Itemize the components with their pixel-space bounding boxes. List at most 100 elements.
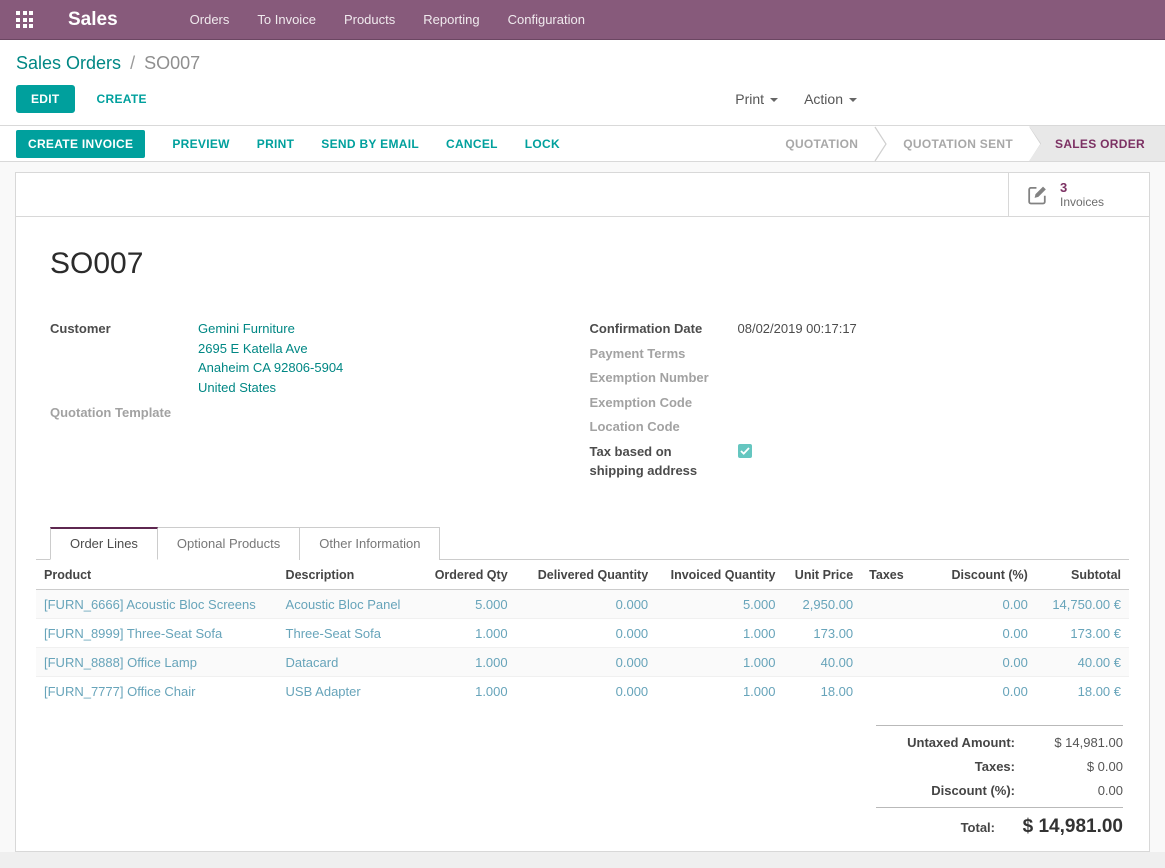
- cell-subtotal: 40.00 €: [1036, 648, 1129, 677]
- menu-products[interactable]: Products: [330, 0, 409, 40]
- cell-taxes: [861, 648, 927, 677]
- cell-invoiced-qty: 1.000: [656, 677, 783, 706]
- col-invoiced-qty: Invoiced Quantity: [656, 560, 783, 590]
- cell-ordered-qty: 1.000: [415, 648, 516, 677]
- print-dropdown[interactable]: Print: [735, 91, 778, 107]
- tax-shipping-label: Tax based on shipping address: [590, 442, 738, 480]
- lock-button[interactable]: LOCK: [525, 137, 560, 151]
- cell-unit-price: 18.00: [784, 677, 862, 706]
- create-button[interactable]: CREATE: [93, 86, 151, 112]
- breadcrumb-current: SO007: [144, 53, 200, 73]
- tab-other-information[interactable]: Other Information: [300, 527, 440, 560]
- form-statusbar: CREATE INVOICE PREVIEW PRINT SEND BY EMA…: [0, 125, 1165, 162]
- exemption-code-label: Exemption Code: [590, 393, 738, 412]
- cell-delivered-qty: 0.000: [516, 590, 657, 619]
- page-footer-strip: [0, 852, 1165, 868]
- field-payment-terms: Payment Terms: [590, 344, 1130, 363]
- taxes-value: $ 0.00: [1015, 759, 1123, 774]
- col-delivered-qty: Delivered Quantity: [516, 560, 657, 590]
- edit-button[interactable]: EDIT: [16, 85, 75, 113]
- quotation-template-label: Quotation Template: [50, 403, 198, 422]
- preview-button[interactable]: PREVIEW: [172, 137, 229, 151]
- menu-to-invoice[interactable]: To Invoice: [243, 0, 330, 40]
- cell-discount: 0.00: [928, 619, 1036, 648]
- cell-discount: 0.00: [928, 590, 1036, 619]
- cell-unit-price: 173.00: [784, 619, 862, 648]
- cell-invoiced-qty: 5.000: [656, 590, 783, 619]
- customer-street-link[interactable]: 2695 E Katella Ave: [198, 339, 343, 359]
- action-dropdown[interactable]: Action: [804, 91, 857, 107]
- location-code-label: Location Code: [590, 417, 738, 436]
- cell-description: Acoustic Bloc Panel: [278, 590, 415, 619]
- col-product: Product: [36, 560, 278, 590]
- tab-optional-products[interactable]: Optional Products: [158, 527, 300, 560]
- customer-city-link[interactable]: Anaheim CA 92806-5904: [198, 358, 343, 378]
- menu-reporting[interactable]: Reporting: [409, 0, 493, 40]
- cell-discount: 0.00: [928, 648, 1036, 677]
- form-view: 3 Invoices SO007 Customer Gemini Furnitu…: [0, 162, 1165, 852]
- cell-invoiced-qty: 1.000: [656, 619, 783, 648]
- field-exemption-code: Exemption Code: [590, 393, 1130, 412]
- col-unit-price: Unit Price: [784, 560, 862, 590]
- cell-subtotal: 173.00 €: [1036, 619, 1129, 648]
- table-row[interactable]: [FURN_8999] Three-Seat Sofa Three-Seat S…: [36, 619, 1129, 648]
- invoices-smart-button[interactable]: 3 Invoices: [1008, 173, 1149, 216]
- customer-name-link[interactable]: Gemini Furniture: [198, 319, 343, 339]
- field-exemption-number: Exemption Number: [590, 368, 1130, 387]
- cell-delivered-qty: 0.000: [516, 648, 657, 677]
- cell-taxes: [861, 619, 927, 648]
- menu-configuration[interactable]: Configuration: [494, 0, 599, 40]
- cell-product: [FURN_8999] Three-Seat Sofa: [36, 619, 278, 648]
- status-pipeline: QUOTATION QUOTATION SENT SALES ORDER: [769, 126, 1165, 161]
- cell-invoiced-qty: 1.000: [656, 648, 783, 677]
- create-invoice-button[interactable]: CREATE INVOICE: [16, 130, 145, 158]
- field-confirmation-date: Confirmation Date 08/02/2019 00:17:17: [590, 319, 1130, 338]
- top-navbar: Sales Orders To Invoice Products Reporti…: [0, 0, 1165, 40]
- cell-description: Datacard: [278, 648, 415, 677]
- exemption-number-label: Exemption Number: [590, 368, 738, 387]
- app-title[interactable]: Sales: [68, 9, 118, 31]
- cell-ordered-qty: 1.000: [415, 677, 516, 706]
- table-row[interactable]: [FURN_7777] Office Chair USB Adapter 1.0…: [36, 677, 1129, 706]
- customer-country-link[interactable]: United States: [198, 378, 343, 398]
- discount-value: 0.00: [1015, 783, 1123, 798]
- customer-label: Customer: [50, 319, 198, 397]
- cell-unit-price: 2,950.00: [784, 590, 862, 619]
- stage-quotation-sent[interactable]: QUOTATION SENT: [887, 126, 1029, 161]
- cell-ordered-qty: 1.000: [415, 619, 516, 648]
- field-location-code: Location Code: [590, 417, 1130, 436]
- cell-taxes: [861, 590, 927, 619]
- confirmation-date-label: Confirmation Date: [590, 319, 738, 338]
- cell-subtotal: 18.00 €: [1036, 677, 1129, 706]
- cell-discount: 0.00: [928, 677, 1036, 706]
- cell-delivered-qty: 0.000: [516, 677, 657, 706]
- col-discount: Discount (%): [928, 560, 1036, 590]
- table-row[interactable]: [FURN_6666] Acoustic Bloc Screens Acoust…: [36, 590, 1129, 619]
- breadcrumb-sales-orders[interactable]: Sales Orders: [16, 53, 121, 73]
- form-sheet: 3 Invoices SO007 Customer Gemini Furnitu…: [15, 172, 1150, 852]
- invoices-count: 3: [1060, 181, 1104, 195]
- stage-quotation[interactable]: QUOTATION: [769, 126, 874, 161]
- total-value: $ 14,981.00: [995, 816, 1123, 838]
- cell-subtotal: 14,750.00 €: [1036, 590, 1129, 619]
- col-taxes: Taxes: [861, 560, 927, 590]
- apps-grid-icon[interactable]: [16, 11, 33, 28]
- cancel-button[interactable]: CANCEL: [446, 137, 498, 151]
- tax-shipping-checkbox[interactable]: [738, 444, 752, 458]
- stage-sales-order[interactable]: SALES ORDER: [1029, 126, 1165, 161]
- tab-order-lines[interactable]: Order Lines: [50, 527, 158, 560]
- cell-ordered-qty: 5.000: [415, 590, 516, 619]
- cell-description: Three-Seat Sofa: [278, 619, 415, 648]
- untaxed-amount-value: $ 14,981.00: [1015, 735, 1123, 750]
- button-box: 3 Invoices: [16, 173, 1149, 217]
- send-by-email-button[interactable]: SEND BY EMAIL: [321, 137, 419, 151]
- total-label: Total:: [961, 820, 995, 835]
- menu-orders[interactable]: Orders: [176, 0, 244, 40]
- cell-delivered-qty: 0.000: [516, 619, 657, 648]
- cell-product: [FURN_8888] Office Lamp: [36, 648, 278, 677]
- pencil-square-icon: [1025, 182, 1050, 207]
- taxes-label: Taxes:: [975, 759, 1015, 774]
- print-button[interactable]: PRINT: [257, 137, 295, 151]
- breadcrumb-separator: /: [130, 53, 135, 73]
- table-row[interactable]: [FURN_8888] Office Lamp Datacard 1.000 0…: [36, 648, 1129, 677]
